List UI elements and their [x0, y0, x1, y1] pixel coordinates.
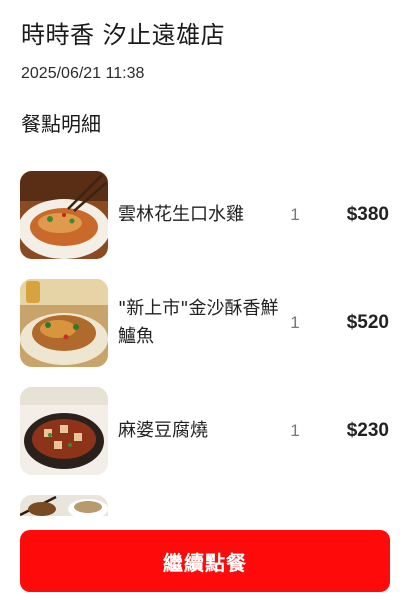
section-title: 餐點明細: [21, 112, 101, 136]
item-name: "新上市"金沙酥香鮮鱸魚: [118, 298, 279, 347]
item-quantity: 1: [290, 205, 300, 224]
dish-fish-image: [20, 279, 108, 367]
item-name: 麻婆豆腐燒: [118, 420, 208, 441]
order-item: 麻婆豆腐燒 1 $230: [0, 384, 411, 492]
item-price: $230: [346, 420, 389, 441]
item-name: 雲林花生口水雞: [118, 204, 244, 225]
order-item: [0, 492, 411, 516]
order-item-list[interactable]: 雲林花生口水雞 1 $380 "新上市"金沙酥香鮮鱸魚 1 $520 麻婆豆腐燒…: [0, 168, 411, 516]
order-header: 時時香 汐止遠雄店 2025/06/21 11:38: [21, 18, 390, 84]
item-quantity: [280, 492, 310, 516]
item-quantity: 1: [290, 313, 300, 332]
order-item: 雲林花生口水雞 1 $380: [0, 168, 411, 276]
order-item: "新上市"金沙酥香鮮鱸魚 1 $520: [0, 276, 411, 384]
store-title: 時時香 汐止遠雄店: [21, 21, 226, 49]
item-name: [118, 492, 282, 516]
item-quantity: 1: [290, 421, 300, 440]
continue-ordering-button[interactable]: 繼續點餐: [20, 530, 390, 592]
item-price: $380: [346, 204, 389, 225]
dish-tofu-image: [20, 387, 108, 475]
dish-chicken-image: [20, 171, 108, 259]
order-timestamp: 2025/06/21 11:38: [21, 65, 145, 82]
item-price: $520: [346, 312, 389, 333]
dish-partial-image: [20, 495, 108, 516]
